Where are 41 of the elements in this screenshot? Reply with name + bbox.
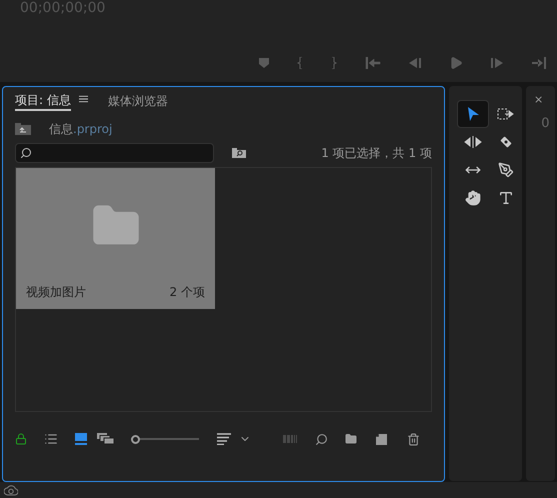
panel-tab[interactable]: 媒体浏览器 [108, 87, 168, 111]
freeform-view-icon[interactable] [97, 433, 115, 445]
bin-name: 视频加图片 [26, 284, 86, 301]
marker-icon [259, 58, 269, 68]
sort-icon[interactable] [217, 433, 231, 445]
panel-tab[interactable]: 项目: 信息 [15, 87, 71, 111]
file-extension: .prproj [73, 121, 112, 138]
selection-status: 1 项已选择，共 1 项 [321, 145, 432, 162]
arrow-pointer-icon [465, 106, 481, 122]
play-icon [449, 56, 463, 70]
in-point-icon [297, 57, 303, 69]
pen-icon [498, 162, 514, 178]
list-view-icon[interactable] [43, 432, 59, 446]
menu-icon[interactable] [78, 95, 88, 103]
creative-cloud-icon [4, 484, 18, 496]
type-tool-icon [498, 190, 514, 206]
folder-up-icon[interactable] [15, 123, 31, 135]
search-field[interactable] [15, 143, 214, 163]
hand-icon [465, 190, 481, 206]
step-forward-icon [491, 57, 503, 69]
out-point-icon [331, 57, 337, 69]
go-to-out-icon [531, 57, 547, 69]
project-name: 信息 [49, 121, 73, 138]
trash-icon[interactable] [407, 432, 420, 446]
ripple-edit-icon [464, 136, 482, 148]
bin-thumbnail[interactable]: 视频加图片 2 个项 [16, 168, 215, 309]
zoom-slider-thumb[interactable] [131, 434, 140, 444]
close-icon[interactable]: × [534, 92, 544, 108]
go-to-in-icon [365, 57, 381, 69]
track-select-icon [497, 108, 515, 120]
new-item-icon[interactable] [376, 434, 387, 444]
new-bin-icon[interactable] [344, 433, 358, 445]
tool-button[interactable] [457, 100, 489, 128]
timecode: 0 [541, 115, 550, 133]
search-icon[interactable] [315, 432, 328, 446]
icon-view-icon[interactable] [75, 433, 87, 445]
step-back-icon [409, 57, 421, 69]
item-count: 2 个项 [170, 284, 205, 301]
lock-icon[interactable] [15, 433, 27, 445]
find-folder-icon[interactable] [232, 148, 246, 158]
search-icon [20, 147, 32, 159]
